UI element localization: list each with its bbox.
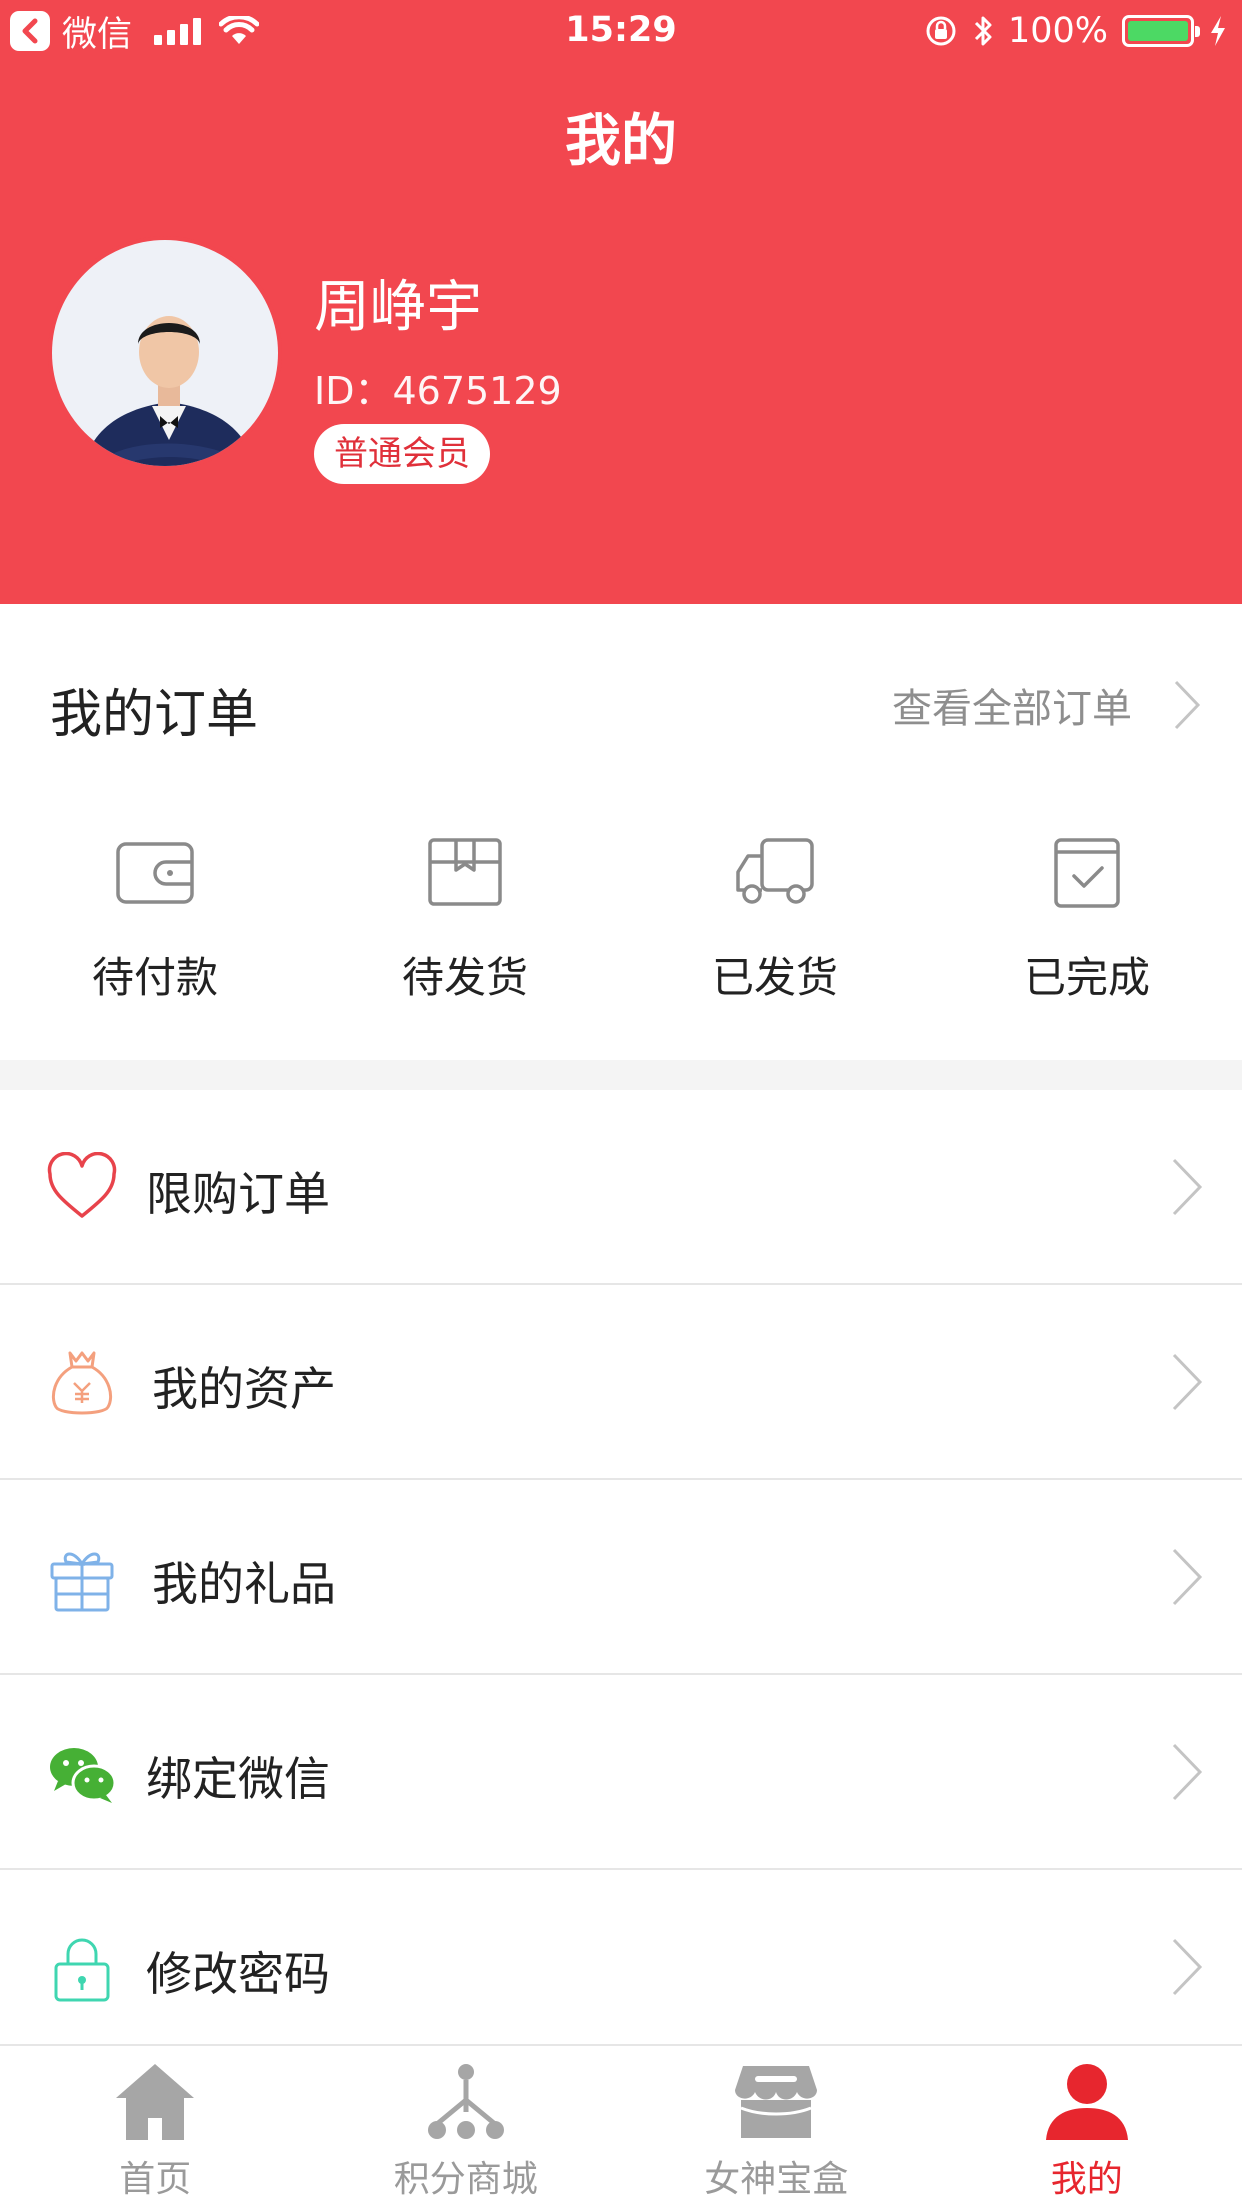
status-bar: 微信 15:29 100% (0, 0, 1242, 62)
orders-title: 我的订单 (50, 685, 259, 745)
tab-label: 首页 (119, 2159, 192, 2200)
my-orders-section: 我的订单 查看全部订单 待付款 待发货 已发货 已完成 (0, 604, 1242, 1060)
menu-item-my-assets[interactable]: 我的资产 (0, 1285, 1242, 1480)
page-title: 我的 (565, 109, 677, 174)
menu-item-label: 修改密码 (146, 1947, 330, 2001)
tab-home[interactable]: 首页 (0, 2046, 311, 2208)
menu-item-limited-orders[interactable]: 限购订单 (0, 1090, 1242, 1285)
menu-item-label: 我的资产 (152, 1362, 336, 1416)
tab-goddess-box[interactable]: 女神宝盒 (621, 2046, 932, 2208)
wechat-icon (50, 1748, 117, 1803)
tab-mine[interactable]: 我的 (932, 2046, 1242, 2208)
section-divider (0, 1060, 1242, 1090)
tab-label: 我的 (1050, 2159, 1123, 2200)
signal-icon (154, 17, 202, 45)
battery-percent: 100% (1007, 11, 1108, 51)
order-shipped[interactable]: 已发货 (620, 834, 930, 1014)
chevron-right-icon (1172, 1548, 1203, 1606)
wallet-icon (116, 842, 194, 904)
menu-item-label: 绑定微信 (146, 1752, 330, 1806)
bottom-tab-bar: 首页 积分商城 女神宝盒 我的 (0, 2044, 1242, 2208)
order-status-label: 待付款 (91, 953, 218, 1002)
chevron-right-icon (1172, 1353, 1203, 1411)
order-status-label: 已完成 (1023, 953, 1150, 1002)
completed-icon (1054, 838, 1120, 908)
bluetooth-icon (974, 16, 992, 46)
truck-icon (736, 838, 814, 904)
chevron-right-icon (1172, 1158, 1203, 1216)
back-to-wechat-icon[interactable] (10, 11, 50, 51)
menu-item-change-password[interactable]: 修改密码 (0, 1870, 1242, 2065)
profile-header: 微信 15:29 100% 我的 周峥宇 ID：4675129 普通会员 (0, 0, 1242, 604)
order-completed[interactable]: 已完成 (932, 834, 1242, 1014)
user-id: ID：4675129 (314, 369, 562, 413)
order-status-label: 待发货 (401, 953, 528, 1002)
menu-item-my-gifts[interactable]: 我的礼品 (0, 1480, 1242, 1675)
chevron-right-icon (1172, 1938, 1203, 1996)
user-icon (1045, 2064, 1128, 2140)
carrier-label[interactable]: 微信 (62, 6, 132, 57)
lock-icon (54, 1938, 110, 2002)
home-icon (116, 2064, 195, 2140)
points-mall-icon (427, 2064, 504, 2139)
money-bag-icon (51, 1351, 113, 1415)
store-icon (735, 2066, 818, 2138)
heart-icon (47, 1152, 117, 1218)
avatar[interactable] (48, 236, 282, 470)
order-pending-shipment[interactable]: 待发货 (310, 834, 620, 1014)
package-icon (428, 838, 502, 906)
gift-icon (50, 1552, 114, 1612)
chevron-right-icon (1172, 1743, 1203, 1801)
wifi-icon (219, 16, 260, 44)
menu-list: 限购订单 我的资产 我的礼品 绑定微信 修改密码 (0, 1090, 1242, 2065)
tab-label: 女神宝盒 (704, 2159, 849, 2200)
order-status-label: 已发货 (711, 953, 838, 1002)
member-level-badge: 普通会员 (314, 424, 490, 484)
menu-item-bind-wechat[interactable]: 绑定微信 (0, 1675, 1242, 1870)
charging-icon (1211, 16, 1225, 46)
order-pending-payment[interactable]: 待付款 (0, 834, 310, 1014)
menu-item-label: 限购订单 (146, 1167, 330, 1221)
rotation-lock-icon (926, 16, 956, 46)
battery-icon (1122, 15, 1200, 47)
user-name: 周峥宇 (314, 275, 482, 340)
tab-label: 积分商城 (393, 2159, 538, 2200)
tab-points-mall[interactable]: 积分商城 (311, 2046, 622, 2208)
menu-item-label: 我的礼品 (152, 1557, 336, 1611)
chevron-right-icon (1174, 680, 1201, 730)
view-all-orders-label: 查看全部订单 (892, 686, 1132, 732)
view-all-orders-link[interactable]: 查看全部订单 (892, 676, 1202, 734)
